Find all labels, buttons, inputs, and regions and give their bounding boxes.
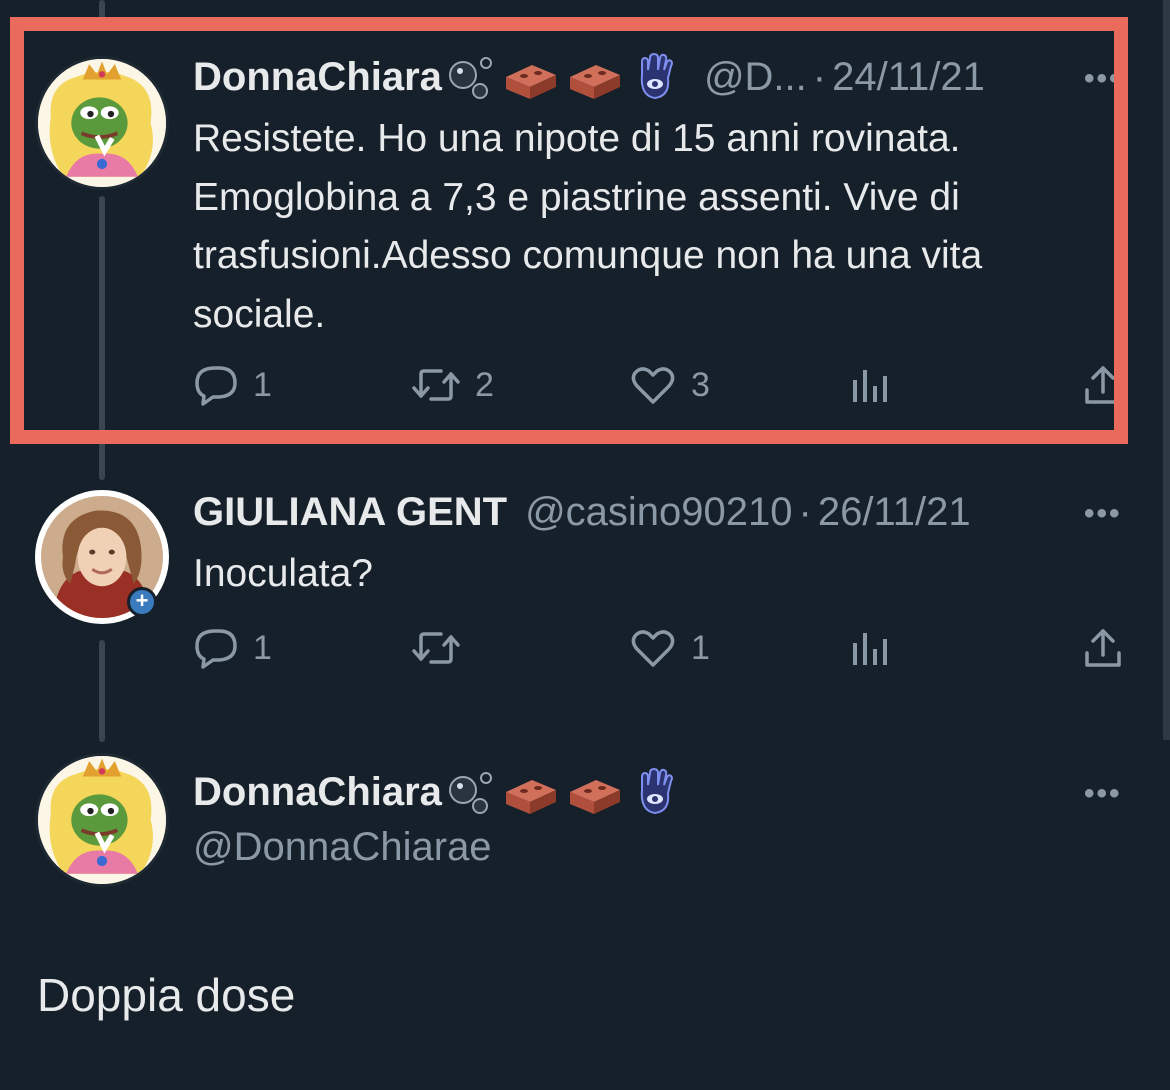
tweet-header: GIULIANA GENT @casino90210 · 26/11/21 [193,482,971,542]
display-name[interactable]: DonnaChiara [193,770,442,815]
bubbles-icon [448,772,492,814]
avatar[interactable] [35,753,169,887]
tweet-text: Doppia dose [37,969,296,1021]
more-button[interactable]: ••• [1084,777,1122,811]
handle[interactable]: @DonnaChiarae [193,825,492,870]
share-button[interactable] [1083,627,1137,669]
more-button[interactable]: ••• [1084,497,1122,531]
views-button[interactable] [851,627,905,669]
retweet-icon [412,632,460,664]
heart-icon [631,630,675,667]
tweet-header: DonnaChiara [193,762,686,822]
tweet-text: Inoculata? [193,552,373,595]
views-icon [853,633,887,665]
timestamp[interactable]: 26/11/21 [818,490,971,535]
like-count: 1 [691,628,710,667]
display-name[interactable]: GIULIANA GENT [193,490,507,535]
thread-line-2 [99,640,105,742]
name-emojis [446,767,686,817]
pepe-princess-avatar-icon [38,756,166,884]
tweet-actions: 1 1 [193,627,1133,677]
highlight-box [10,17,1128,444]
add-badge-icon: + [127,587,157,617]
brick-icon [569,780,620,814]
reply-icon [195,629,237,669]
separator: · [798,489,812,534]
like-button[interactable]: 1 [629,627,710,669]
scrollbar[interactable] [1163,0,1170,740]
reply-count: 1 [253,628,272,667]
reply-button[interactable]: 1 [193,627,272,669]
hamsa-icon [640,767,673,815]
brick-icon [505,780,556,814]
handle[interactable]: @casino90210 [525,490,792,535]
share-icon [1085,629,1121,667]
retweet-button[interactable] [411,627,475,669]
